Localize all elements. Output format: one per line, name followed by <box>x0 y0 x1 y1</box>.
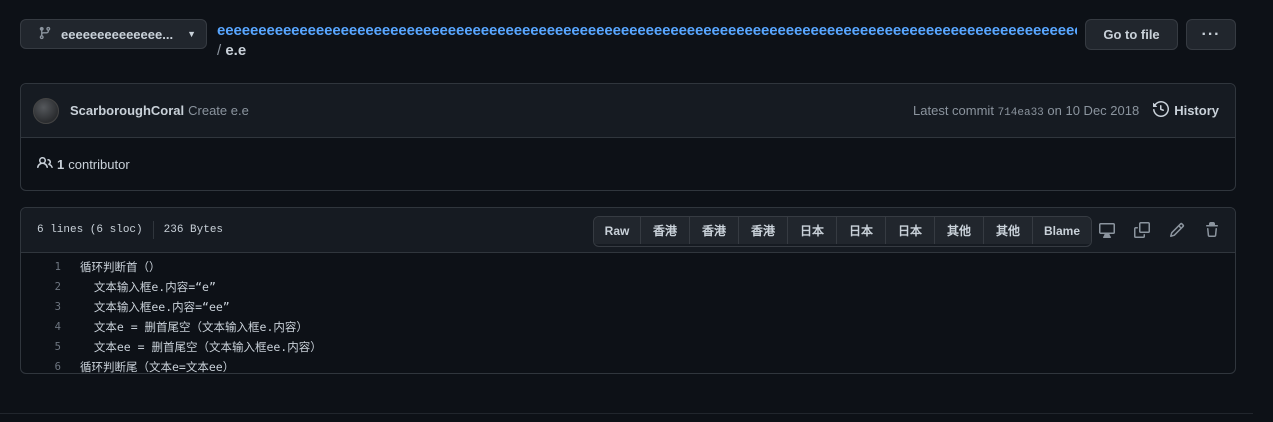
code-line: 4 文本e = 删首尾空（文本输入框e.内容） <box>21 317 1235 337</box>
code-line: 1 循环判断首（） <box>21 257 1235 277</box>
code-line: 6 循环判断尾（文本e=文本ee） <box>21 357 1235 374</box>
contributors-row[interactable]: 1 contributor <box>21 138 1235 190</box>
contributor-label: contributor <box>68 156 130 172</box>
file-actions-button-group: Raw 香港 香港 香港 日本 日本 日本 其他 其他 Blame <box>593 216 1092 247</box>
breadcrumb: eeeeeeeeeeeeeeeeeeeeeeeeeeeeeeeeeeeeeeee… <box>217 22 1077 59</box>
people-icon <box>37 155 57 174</box>
triangle-down-icon: ▼ <box>187 29 196 39</box>
latest-commit-info: Latest commit 714ea33 on 10 Dec 2018 <box>913 103 1139 119</box>
file-viewer: 6 lines (6 sloc) 236 Bytes Raw 香港 香港 香港 … <box>20 207 1236 374</box>
branch-name: eeeeeeeeeeeeee... <box>61 26 174 42</box>
code-view: 1 循环判断首（） 2 文本输入框e.内容=“e” 3 文本输入框ee.内容=“… <box>21 253 1235 374</box>
mirror-button-japan-3[interactable]: 日本 <box>886 217 935 244</box>
mirror-button-japan-2[interactable]: 日本 <box>837 217 886 244</box>
mirror-button-hongkong-2[interactable]: 香港 <box>690 217 739 244</box>
branch-selector-button[interactable]: eeeeeeeeeeeeee... ▼ <box>20 19 207 49</box>
contributor-count: 1 <box>57 156 65 172</box>
line-content: 循环判断首（） <box>80 260 161 274</box>
history-icon <box>1153 100 1174 120</box>
code-line: 3 文本输入框ee.内容=“ee” <box>21 297 1235 317</box>
pencil-icon[interactable] <box>1168 221 1186 239</box>
go-to-file-button[interactable]: Go to file <box>1085 19 1178 50</box>
git-branch-icon <box>38 26 52 43</box>
file-size: 236 Bytes <box>163 224 224 236</box>
history-label: History <box>1174 103 1219 118</box>
file-tool-icons <box>1098 221 1221 239</box>
file-navigation: eeeeeeeeeeeeee... ▼ eeeeeeeeeeeeeeeeeeee… <box>20 19 1236 67</box>
file-header: 6 lines (6 sloc) 236 Bytes Raw 香港 香港 香港 … <box>21 208 1235 253</box>
file-name: e.e <box>225 42 247 59</box>
line-content: 文本输入框e.内容=“e” <box>80 280 216 294</box>
line-content: 文本输入框ee.内容=“ee” <box>80 300 230 314</box>
commit-date: on 10 Dec 2018 <box>1047 102 1140 118</box>
line-number[interactable]: 1 <box>21 261 80 273</box>
line-content: 文本e = 删首尾空（文本输入框e.内容） <box>80 320 308 334</box>
latest-commit-row: ScarboroughCoral Create e.e Latest commi… <box>21 84 1235 138</box>
raw-button[interactable]: Raw <box>594 217 641 244</box>
copy-icon[interactable] <box>1133 221 1151 239</box>
code-line: 5 文本ee = 删首尾空（文本输入框ee.内容） <box>21 337 1235 357</box>
blame-button[interactable]: Blame <box>1033 217 1091 244</box>
line-content: 文本ee = 删首尾空（文本输入框ee.内容） <box>80 340 322 354</box>
repo-link[interactable]: eeeeeeeeeeeeeeeeeeeeeeeeeeeeeeeeeeeeeeee… <box>217 22 1077 39</box>
mirror-button-other-2[interactable]: 其他 <box>984 217 1033 244</box>
mirror-button-hongkong-1[interactable]: 香港 <box>641 217 690 244</box>
file-path: / e.e <box>217 42 1077 59</box>
history-link[interactable]: History <box>1153 100 1219 120</box>
commit-author[interactable]: ScarboroughCoral <box>70 103 184 118</box>
line-number[interactable]: 4 <box>21 321 80 333</box>
line-number[interactable]: 3 <box>21 301 80 313</box>
footer-divider <box>0 413 1253 414</box>
line-count: 6 lines (6 sloc) <box>37 224 143 236</box>
line-number[interactable]: 2 <box>21 281 80 293</box>
commit-sha[interactable]: 714ea33 <box>998 107 1044 119</box>
mirror-button-hongkong-3[interactable]: 香港 <box>739 217 788 244</box>
trash-icon[interactable] <box>1203 221 1221 239</box>
commit-box: ScarboroughCoral Create e.e Latest commi… <box>20 83 1236 191</box>
desktop-icon[interactable] <box>1098 221 1116 239</box>
avatar[interactable] <box>33 97 59 124</box>
code-line: 2 文本输入框e.内容=“e” <box>21 277 1235 297</box>
line-content: 循环判断尾（文本e=文本ee） <box>80 360 235 374</box>
line-number[interactable]: 6 <box>21 361 80 373</box>
commit-message[interactable]: Create e.e <box>188 103 249 118</box>
latest-commit-label: Latest commit <box>913 102 994 118</box>
mirror-button-other-1[interactable]: 其他 <box>935 217 984 244</box>
mirror-button-japan-1[interactable]: 日本 <box>788 217 837 244</box>
path-separator: / <box>217 42 222 59</box>
line-number[interactable]: 5 <box>21 341 80 353</box>
more-options-button[interactable]: ··· <box>1186 19 1236 50</box>
